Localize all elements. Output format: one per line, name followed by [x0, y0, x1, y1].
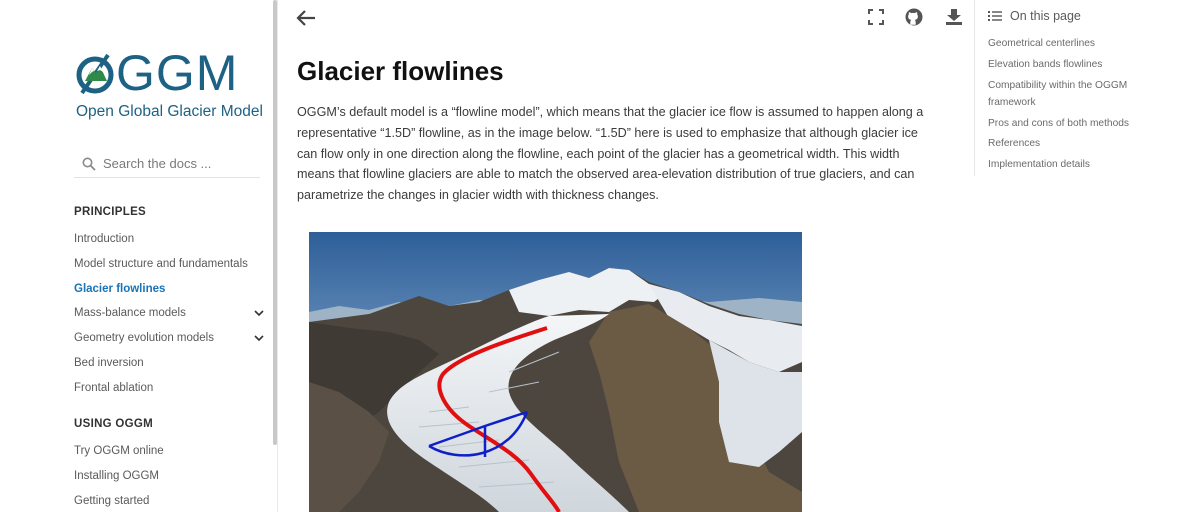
sidebar-item-model-structure[interactable]: Model structure and fundamentals — [74, 258, 270, 270]
toc-header-label: On this page — [1010, 9, 1081, 23]
sidebar-item-label: Bed inversion — [74, 357, 144, 369]
sidebar-item-label: Try OGGM online — [74, 445, 164, 457]
chevron-down-icon[interactable] — [254, 333, 264, 343]
toc-link-references[interactable]: References — [988, 135, 1158, 152]
download-icon[interactable] — [945, 8, 963, 26]
search-input[interactable]: Search the docs ... — [103, 156, 211, 171]
search-icon — [82, 157, 96, 171]
toc-link-geometrical-centerlines[interactable]: Geometrical centerlines — [988, 35, 1158, 52]
toc-link-compatibility[interactable]: Compatibility within the OGGM framework — [988, 77, 1158, 111]
sidebar-item-glacier-flowlines[interactable]: Glacier flowlines — [74, 283, 270, 295]
chevron-down-icon[interactable] — [254, 308, 264, 318]
back-arrow-icon[interactable] — [296, 9, 316, 27]
nav-caption-principles: PRINCIPLES — [74, 206, 147, 218]
sidebar-item-label: Glacier flowlines — [74, 283, 166, 295]
sidebar-item-label: Installing OGGM — [74, 470, 159, 482]
logo-subtitle: Open Global Glacier Model — [76, 103, 263, 120]
sidebar: GGM Open Global Glacier Model Search the… — [0, 0, 273, 512]
page-title: Glacier flowlines — [297, 56, 504, 86]
logo-wordmark: GGM — [76, 46, 238, 100]
glacier-flowline-figure — [309, 232, 802, 512]
sidebar-item-label: Geometry evolution models — [74, 332, 214, 344]
sidebar-item-frontal-ablation[interactable]: Frontal ablation — [74, 382, 270, 394]
toc-link-pros-cons[interactable]: Pros and cons of both methods — [988, 115, 1158, 132]
sidebar-item-label: Mass-balance models — [74, 307, 186, 319]
sidebar-item-geometry-evolution[interactable]: Geometry evolution models — [74, 332, 270, 344]
sidebar-item-bed-inversion[interactable]: Bed inversion — [74, 357, 270, 369]
fullscreen-icon[interactable] — [867, 8, 885, 26]
github-icon[interactable] — [905, 8, 923, 26]
sidebar-item-mass-balance[interactable]: Mass-balance models — [74, 307, 270, 319]
nav-caption-using-oggm: USING OGGM — [74, 418, 154, 430]
sidebar-item-label: Model structure and fundamentals — [74, 258, 248, 270]
sidebar-item-label: Introduction — [74, 233, 135, 245]
sidebar-item-label: Frontal ablation — [74, 382, 154, 394]
list-icon — [988, 11, 1002, 21]
toc-link-elevation-bands[interactable]: Elevation bands flowlines — [988, 56, 1158, 73]
toc-header: On this page — [988, 9, 1081, 23]
on-this-page-panel: On this page Geometrical centerlines Ele… — [974, 0, 1200, 176]
toc-link-implementation[interactable]: Implementation details — [988, 156, 1158, 173]
sidebar-item-installing[interactable]: Installing OGGM — [74, 470, 270, 482]
sidebar-item-try-online[interactable]: Try OGGM online — [74, 445, 270, 457]
sidebar-divider — [277, 0, 278, 512]
search-box[interactable]: Search the docs ... — [74, 150, 260, 178]
sidebar-item-getting-started[interactable]: Getting started — [74, 495, 270, 507]
oggm-logo[interactable]: GGM Open Global Glacier Model — [76, 46, 266, 122]
intro-paragraph: OGGM’s default model is a “flowline mode… — [297, 105, 924, 203]
sidebar-item-label: Getting started — [74, 495, 150, 507]
logo-glacier-icon — [76, 53, 114, 95]
sidebar-item-introduction[interactable]: Introduction — [74, 233, 270, 245]
